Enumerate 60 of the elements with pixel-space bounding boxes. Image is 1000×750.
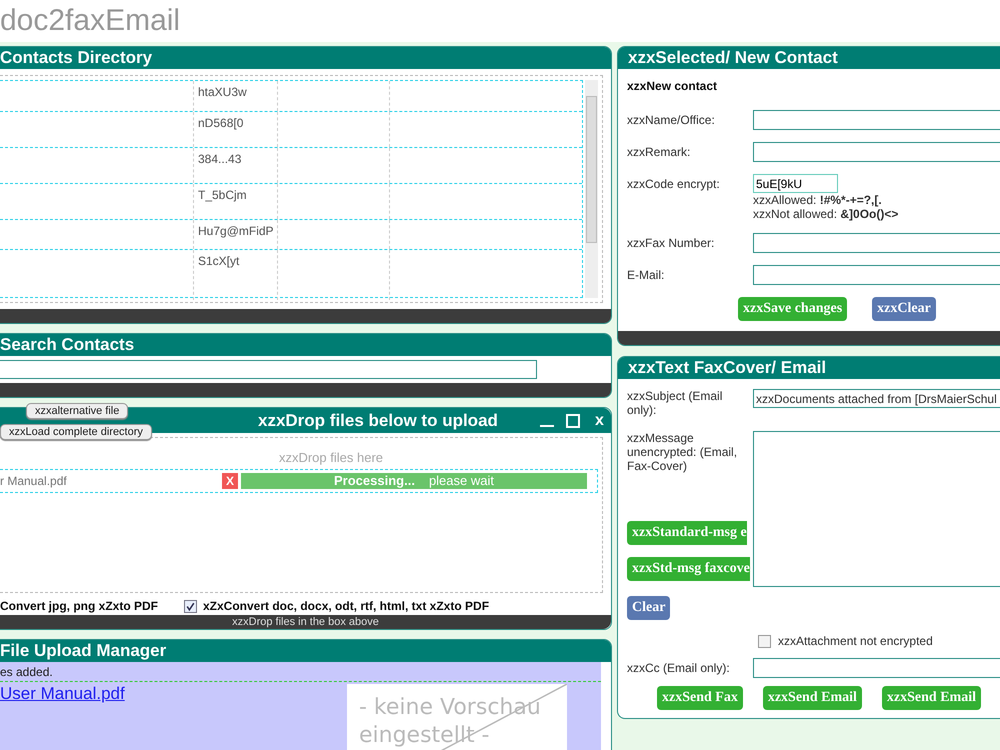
field-label: xzxCode encrypt: [627,176,721,191]
send-button[interactable]: xzxSend Email [762,686,862,710]
send-button[interactable]: xzxSend Fax [657,686,743,710]
drop-zone[interactable]: xzxDrop files here r Manual.pdf X Processing... please wait [0,437,603,593]
field-label: xzxFax Number: [627,235,716,250]
panel-header: xzxDrop files below to upload [258,410,499,432]
field-label: xzxCc (Email only): [627,661,731,675]
close-button[interactable]: x [595,410,604,432]
template-button[interactable]: xzxStd-msg faxcove [627,557,750,581]
code-field[interactable]: 5uE[9kU [753,174,838,193]
file-link[interactable]: User Manual.pdf [0,684,347,750]
checkbox-label: xZxConvert doc, docx, odt, rtf, html, txt xZxto PDF [203,599,490,613]
status-text: es added. [0,664,54,681]
panel-header: xzxText FaxCover/ Email [618,357,1000,379]
form-subtitle: xzxNew contact [627,79,718,93]
allowed-text: xzxAllowed: !#%*-+=?,[. [753,193,883,207]
preview-text: eingestellt - [359,722,490,749]
clear-button[interactable]: Clear [627,596,670,620]
subject-field[interactable]: xzxDocuments attached from [DrsMaierSchul [753,389,1000,408]
search-field[interactable] [0,360,537,379]
checkbox-label: xzxAttachment not encrypted [778,634,933,648]
field-label: xzxName/Office: [627,112,716,127]
table-cell: 384...43 [193,148,277,183]
load-directory-button[interactable]: xzxLoad complete directory [0,424,152,440]
field-label: E-Mail: [627,267,666,282]
maximize-icon[interactable] [566,414,580,428]
table-cell: nD568[0 [193,112,277,147]
alternative-file-button[interactable]: xzxalternative file [26,403,128,419]
field-label: xzxSubject (Email only): [627,389,724,417]
template-button[interactable]: xzxStandard-msg e [627,521,747,545]
checkbox[interactable] [758,634,771,648]
panel-header: xzxSelected/ New Contact [618,47,1000,69]
checkbox[interactable] [184,600,197,612]
not-allowed-text: xzxNot allowed: &]0Oo()<> [753,207,898,221]
field-label: xzxMessage unencrypted: (Email, Fax-Cover) [627,431,738,475]
app-title: doc2faxEmail [0,0,1000,42]
remove-button[interactable]: X [222,473,238,489]
field-label: xzxRemark: [627,144,692,159]
scrollbar[interactable] [585,80,598,298]
panel-header: File Upload Manager [0,640,611,662]
clear-button[interactable]: xzxClear [872,297,936,321]
table-cell: htaXU3w [193,81,277,111]
message-field[interactable] [753,431,1000,587]
file-name: r Manual.pdf [0,474,68,488]
table-cell: S1cX[yt [193,250,277,300]
checkbox-label: Convert jpg, png xZxto PDF [0,599,158,613]
drop-hint: xzxDrop files here [278,450,384,465]
input-field[interactable] [753,110,1000,130]
send-button[interactable]: xzxSend Email [882,686,981,710]
progress-bar: Processing... please wait [241,473,587,489]
table-cell: T_5bCjm [193,184,277,219]
panel-header: Search Contacts [0,334,611,356]
input-field[interactable] [753,265,1000,285]
cc-field[interactable] [753,658,1000,678]
input-field[interactable] [753,233,1000,253]
footer-text: xzxDrop files in the box above [232,616,379,628]
table-cell: Hu7g@mFidP [193,220,277,249]
save-button[interactable]: xzxSave changes [738,297,848,321]
input-field[interactable] [753,142,1000,162]
panel-header: Contacts Directory [0,47,611,69]
